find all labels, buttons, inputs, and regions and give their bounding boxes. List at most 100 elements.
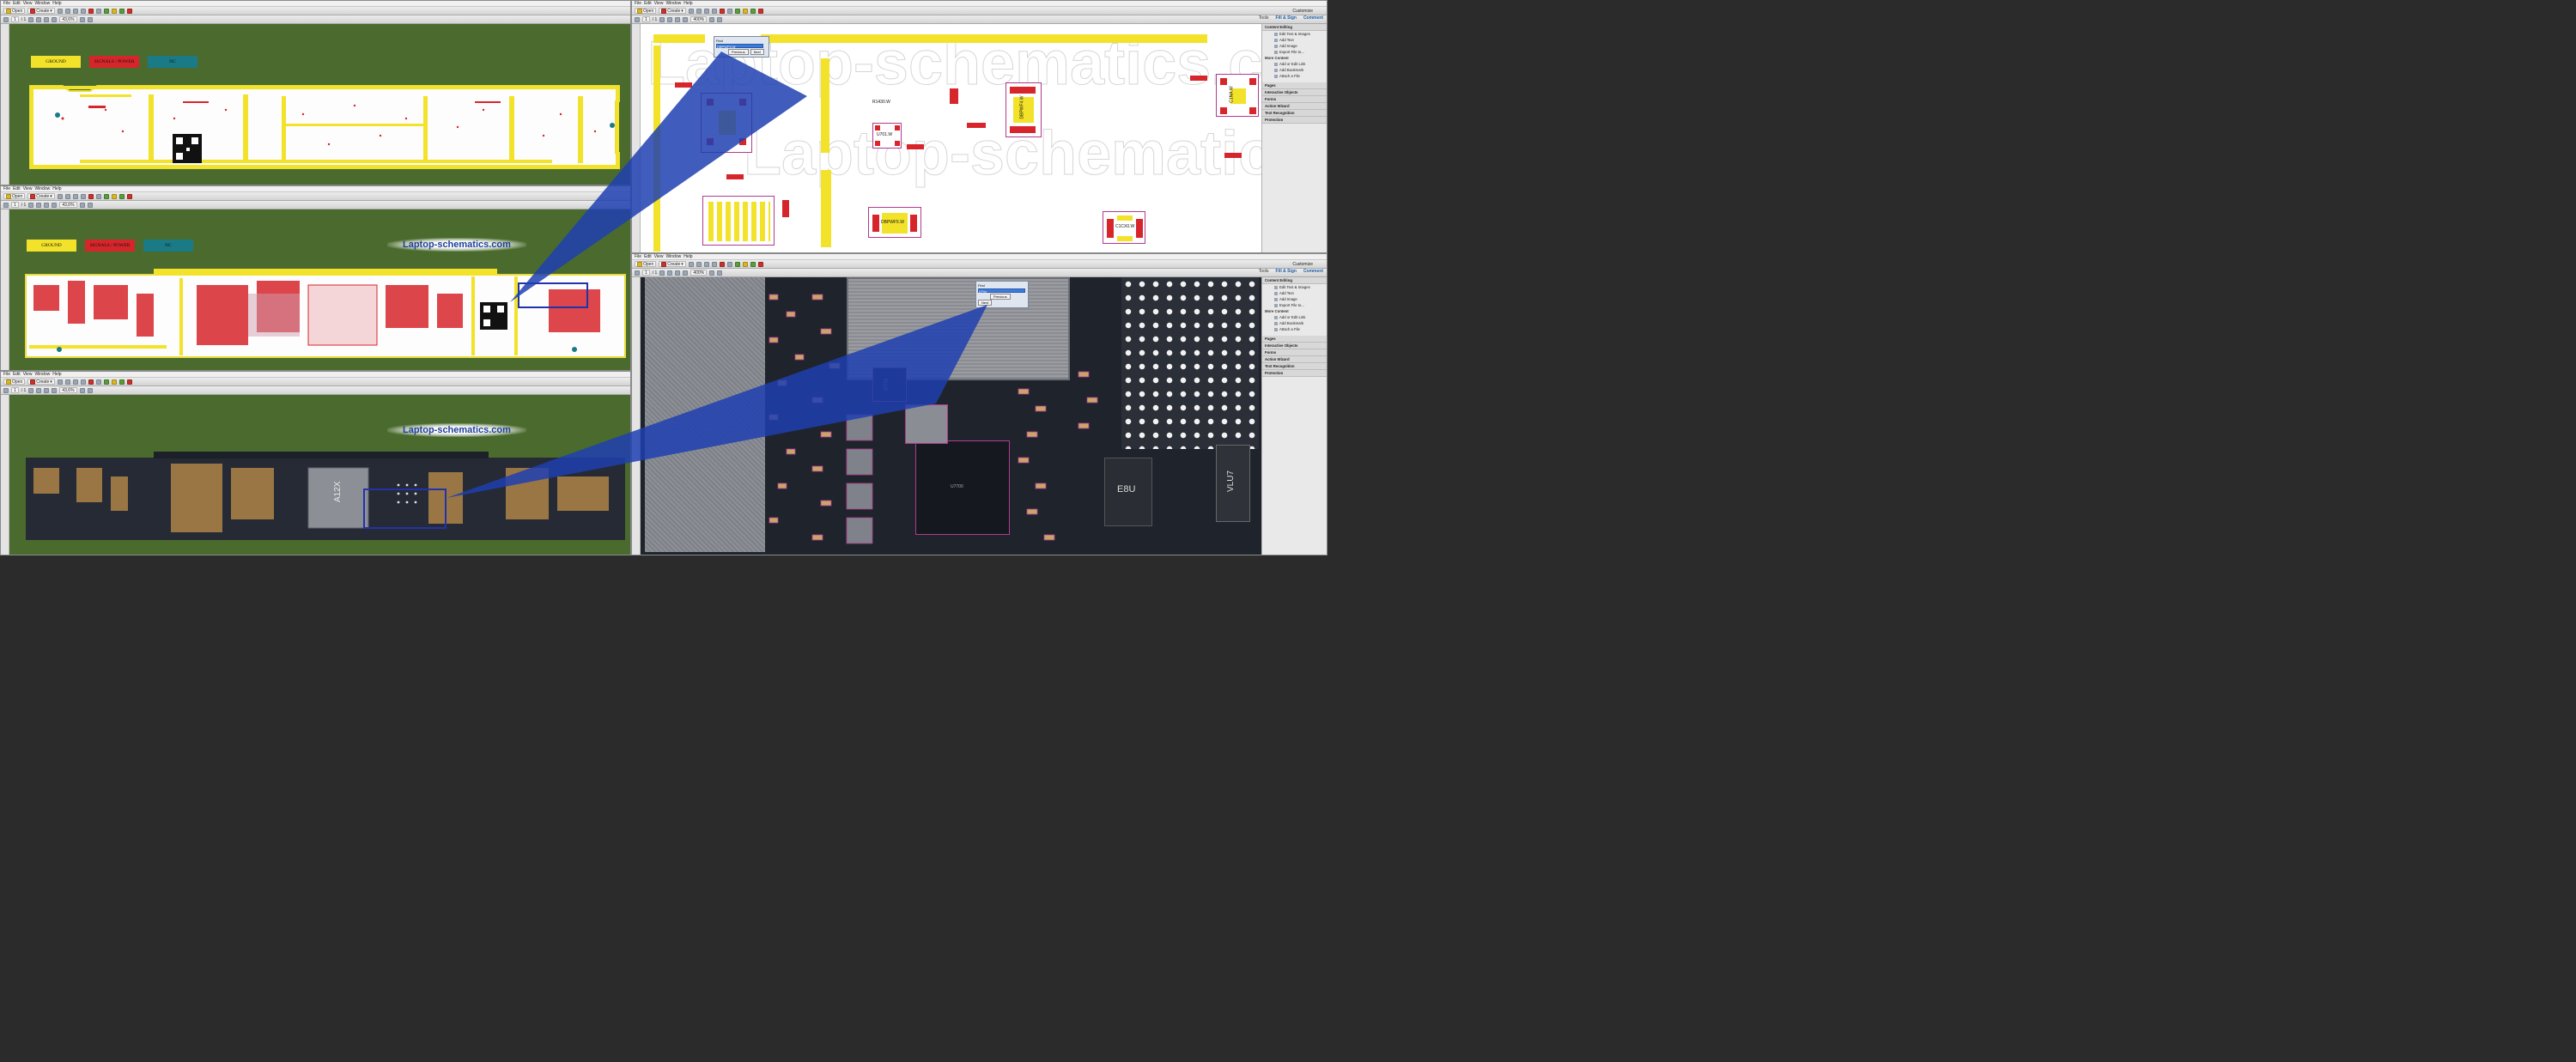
menu-help[interactable]: Help <box>52 372 61 377</box>
sign-icon[interactable] <box>126 379 132 385</box>
section-action-wizard[interactable]: Action Wizard <box>1262 103 1327 110</box>
highlight-icon[interactable] <box>111 379 117 385</box>
cloud-icon[interactable] <box>64 379 70 385</box>
prev-page-icon[interactable] <box>3 202 9 208</box>
fit-width-icon[interactable] <box>717 270 723 276</box>
hand-icon[interactable] <box>36 202 42 208</box>
tab-tools[interactable]: Tools <box>1259 15 1269 21</box>
page-number-input[interactable]: 1 <box>642 16 650 22</box>
hand-icon[interactable] <box>667 16 673 22</box>
fit-page-icon[interactable] <box>79 387 85 393</box>
find-next-button[interactable]: Next <box>750 49 764 55</box>
tool-add-text[interactable]: Add Text <box>1262 37 1327 43</box>
document-pane[interactable]: Laptop-schematics.com A12X <box>9 395 630 555</box>
sign-icon[interactable] <box>757 8 763 14</box>
comment-icon[interactable] <box>103 8 109 14</box>
menu-window[interactable]: Window <box>665 1 681 6</box>
menu-view[interactable]: View <box>654 1 664 6</box>
tool-add-bookmark[interactable]: Add Bookmark <box>1262 320 1327 326</box>
email-icon[interactable] <box>80 8 86 14</box>
open-button[interactable]: Open <box>3 193 26 199</box>
hand-icon[interactable] <box>36 16 42 22</box>
tool-attach-file[interactable]: Attach a File <box>1262 326 1327 332</box>
tool-add-bookmark[interactable]: Add Bookmark <box>1262 67 1327 73</box>
delete-icon[interactable] <box>88 8 94 14</box>
menu-view[interactable]: View <box>23 1 33 6</box>
prev-page-icon[interactable] <box>635 270 640 276</box>
settings-icon[interactable] <box>726 8 732 14</box>
zoom-out-icon[interactable] <box>675 270 681 276</box>
email-icon[interactable] <box>80 379 86 385</box>
tab-comment[interactable]: Comment <box>1303 269 1323 274</box>
settings-icon[interactable] <box>726 261 732 267</box>
navigation-sidebar[interactable] <box>632 24 641 252</box>
menu-file[interactable]: File <box>3 1 10 6</box>
section-action-wizard[interactable]: Action Wizard <box>1262 356 1327 363</box>
tool-attach-file[interactable]: Attach a File <box>1262 73 1327 79</box>
section-forms[interactable]: Forms <box>1262 96 1327 103</box>
email-icon[interactable] <box>711 261 717 267</box>
section-content-editing[interactable]: Content Editing <box>1262 24 1327 31</box>
tool-add-link[interactable]: Add or Edit Link <box>1262 314 1327 320</box>
sign-icon[interactable] <box>126 8 132 14</box>
prev-page-icon[interactable] <box>3 387 9 393</box>
print-icon[interactable] <box>72 193 78 199</box>
stamp-icon[interactable] <box>750 8 756 14</box>
tool-add-image[interactable]: Add Image <box>1262 296 1327 302</box>
create-button[interactable]: Create ▾ <box>659 261 686 267</box>
highlight-icon[interactable] <box>111 193 117 199</box>
menu-edit[interactable]: Edit <box>13 1 21 6</box>
find-previous-button[interactable]: Previous <box>728 49 749 55</box>
zoom-out-icon[interactable] <box>44 202 50 208</box>
find-input[interactable]: U7xx <box>978 288 1025 294</box>
section-pages[interactable]: Pages <box>1262 82 1327 89</box>
document-pane[interactable]: U7700 U7702 E8U VLU7 Find U7xx PreviousN… <box>641 277 1261 555</box>
menu-edit[interactable]: Edit <box>644 1 652 6</box>
section-protection[interactable]: Protection <box>1262 370 1327 377</box>
delete-icon[interactable] <box>88 379 94 385</box>
comment-icon[interactable] <box>103 193 109 199</box>
find-input[interactable]: DBPWF5.W <box>716 44 763 49</box>
tool-add-text[interactable]: Add Text <box>1262 290 1327 296</box>
print-icon[interactable] <box>703 8 709 14</box>
tab-comment[interactable]: Comment <box>1303 15 1323 21</box>
prev-page-icon[interactable] <box>3 16 9 22</box>
section-text-recognition[interactable]: Text Recognition <box>1262 110 1327 117</box>
menu-view[interactable]: View <box>23 372 33 377</box>
print-icon[interactable] <box>72 379 78 385</box>
menu-view[interactable]: View <box>23 186 33 191</box>
prev-page-icon[interactable] <box>635 16 640 22</box>
navigation-sidebar[interactable] <box>1 24 9 185</box>
zoom-out-icon[interactable] <box>675 16 681 22</box>
settings-icon[interactable] <box>95 8 101 14</box>
zoom-out-icon[interactable] <box>44 387 50 393</box>
print-icon[interactable] <box>703 261 709 267</box>
select-icon[interactable] <box>659 16 665 22</box>
comment-icon[interactable] <box>103 379 109 385</box>
delete-icon[interactable] <box>719 8 725 14</box>
menu-help[interactable]: Help <box>683 254 692 259</box>
stamp-icon[interactable] <box>118 193 125 199</box>
hand-icon[interactable] <box>36 387 42 393</box>
page-number-input[interactable]: 1 <box>11 202 19 208</box>
page-number-input[interactable]: 1 <box>11 387 19 393</box>
stamp-icon[interactable] <box>118 379 125 385</box>
save-icon[interactable] <box>57 8 63 14</box>
tool-add-link[interactable]: Add or Edit Link <box>1262 61 1327 67</box>
customize-menu[interactable]: Customize <box>1292 9 1313 14</box>
tool-edit-text[interactable]: Edit Text & Images <box>1262 284 1327 290</box>
delete-icon[interactable] <box>88 193 94 199</box>
fit-page-icon[interactable] <box>709 270 715 276</box>
email-icon[interactable] <box>711 8 717 14</box>
cloud-icon[interactable] <box>696 261 702 267</box>
menu-help[interactable]: Help <box>52 1 61 6</box>
document-pane[interactable]: GROUND SIGNALS / POWER NC Laptop-schemat… <box>9 209 630 370</box>
print-icon[interactable] <box>72 8 78 14</box>
menu-window[interactable]: Window <box>34 372 50 377</box>
menu-edit[interactable]: Edit <box>13 186 21 191</box>
create-button[interactable]: Create ▾ <box>27 8 55 14</box>
select-icon[interactable] <box>659 270 665 276</box>
page-number-input[interactable]: 1 <box>642 270 650 276</box>
highlight-icon[interactable] <box>742 261 748 267</box>
menu-help[interactable]: Help <box>52 186 61 191</box>
